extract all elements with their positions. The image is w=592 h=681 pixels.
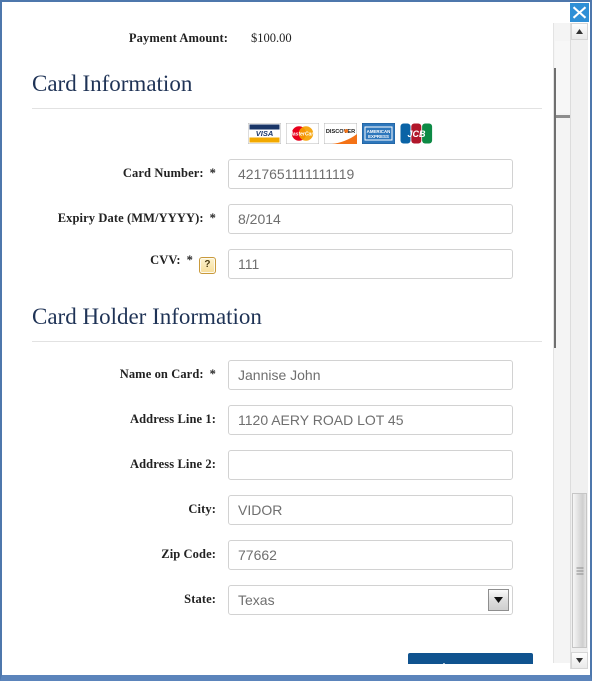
- zip-code-row: Zip Code:: [4, 539, 560, 570]
- expiry-date-input[interactable]: [228, 203, 513, 234]
- cvv-control: [228, 248, 513, 279]
- card-holder-information-section: Card Holder Information: [4, 303, 560, 342]
- required-marker: *: [209, 166, 216, 181]
- accepted-cards: VISA MasterCard DISCOVER AMERICAN EXPRES…: [248, 122, 560, 144]
- required-marker: *: [186, 253, 193, 268]
- state-label: State:: [184, 592, 216, 606]
- jcb-logo-icon: JCB: [400, 122, 433, 144]
- zip-code-control: [228, 539, 513, 570]
- address-line-2-row: Address Line 2:: [4, 449, 560, 480]
- card-number-input[interactable]: [228, 158, 513, 189]
- name-on-card-control: [228, 359, 513, 390]
- city-label: City:: [188, 502, 216, 516]
- expiry-date-label: Expiry Date (MM/YYYY): *: [4, 211, 216, 226]
- state-select-arrow[interactable]: [488, 588, 509, 611]
- expiry-date-label-text: Expiry Date (MM/YYYY):: [57, 211, 204, 226]
- city-control: [228, 494, 513, 525]
- scrollbar-thumb[interactable]: [572, 493, 587, 648]
- name-on-card-row: Name on Card: *: [4, 359, 560, 390]
- cvv-input[interactable]: [228, 248, 513, 279]
- inner-scrollbar-divider: [554, 115, 571, 118]
- card-number-label-text: Card Number:: [122, 166, 204, 181]
- card-information-section: Card Information: [4, 70, 560, 109]
- name-on-card-label-text: Name on Card:: [119, 367, 204, 381]
- required-marker: *: [209, 211, 216, 226]
- make-payment-button[interactable]: Make Payment: [408, 652, 533, 664]
- zip-code-label: Zip Code:: [161, 547, 216, 561]
- inner-scrollbar-thumb[interactable]: [555, 41, 570, 113]
- scroll-up-button[interactable]: [571, 23, 588, 40]
- card-number-label: Card Number: *: [4, 166, 216, 181]
- address-line-2-input[interactable]: [228, 449, 513, 480]
- city-input[interactable]: [228, 494, 513, 525]
- address-line-1-label: Address Line 1:: [129, 412, 216, 426]
- expiry-date-row: Expiry Date (MM/YYYY): *: [4, 203, 560, 234]
- address-line-1-row: Address Line 1:: [4, 404, 560, 435]
- cvv-label-text: CVV:: [150, 253, 181, 268]
- state-row: State: Texas: [4, 584, 560, 615]
- payment-amount-row: Payment Amount: $100.00: [4, 4, 560, 46]
- card-number-row: Card Number: *: [4, 158, 560, 189]
- visa-logo-icon: VISA: [248, 122, 281, 144]
- vertical-scrollbar[interactable]: [570, 23, 588, 669]
- svg-text:MasterCard: MasterCard: [289, 131, 317, 137]
- cvv-row: CVV: *?: [4, 248, 560, 279]
- form-actions: Make Payment: [4, 652, 560, 664]
- section-divider: [32, 107, 542, 109]
- american-express-logo-icon: AMERICAN EXPRESS: [362, 122, 395, 144]
- svg-text:JCB: JCB: [407, 129, 426, 139]
- section-divider: [32, 340, 542, 342]
- name-on-card-label: Name on Card: *: [4, 367, 216, 382]
- payment-form: Payment Amount: $100.00 Card Information…: [4, 4, 560, 664]
- required-marker: *: [209, 367, 216, 381]
- address-line-1-input[interactable]: [228, 404, 513, 435]
- card-number-control: [228, 158, 513, 189]
- card-information-title: Card Information: [32, 71, 193, 96]
- payment-amount-value: $100.00: [251, 31, 292, 45]
- payment-modal-window: Payment Amount: $100.00 Card Information…: [0, 0, 592, 681]
- state-select[interactable]: Texas: [228, 584, 513, 615]
- state-select-value: Texas: [238, 591, 275, 608]
- address-line-2-label: Address Line 2:: [129, 457, 216, 471]
- card-holder-information-title: Card Holder Information: [32, 303, 262, 329]
- svg-text:EXPRESS: EXPRESS: [368, 134, 389, 139]
- close-button[interactable]: [570, 3, 589, 22]
- chevron-down-icon: [576, 658, 583, 663]
- scrollbar-grip-icon: [576, 567, 583, 574]
- chevron-up-icon: [576, 29, 583, 34]
- city-row: City:: [4, 494, 560, 525]
- scroll-down-button[interactable]: [571, 652, 588, 669]
- svg-text:VISA: VISA: [256, 129, 274, 138]
- inner-scrollbar-edge: [554, 68, 556, 348]
- name-on-card-input[interactable]: [228, 359, 513, 390]
- payment-amount-label: Payment Amount:: [128, 31, 228, 45]
- discover-logo-icon: DISCOVER: [324, 122, 357, 144]
- svg-text:DISCOVER: DISCOVER: [326, 129, 355, 135]
- cvv-help-icon[interactable]: ?: [199, 257, 216, 275]
- address-line-1-control: [228, 404, 513, 435]
- zip-code-input[interactable]: [228, 539, 513, 570]
- chevron-down-icon: [494, 596, 503, 603]
- inner-scrollbar[interactable]: [553, 23, 571, 663]
- address-line-2-control: [228, 449, 513, 480]
- mastercard-logo-icon: MasterCard: [286, 122, 319, 144]
- expiry-date-control: [228, 203, 513, 234]
- state-control: Texas: [228, 584, 513, 615]
- close-icon: [572, 6, 587, 19]
- cvv-label: CVV: *?: [4, 253, 216, 275]
